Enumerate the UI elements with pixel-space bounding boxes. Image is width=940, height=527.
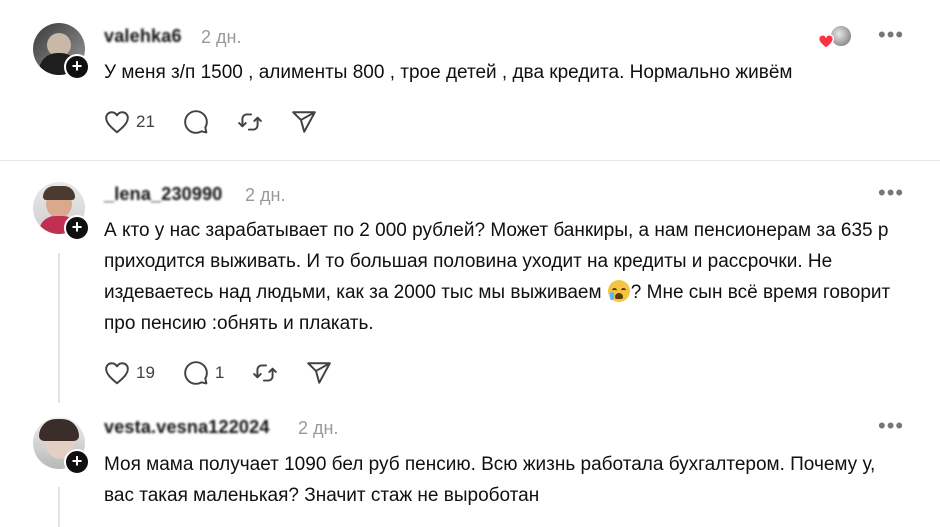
timestamp: 2 дн.: [245, 185, 286, 205]
heart-icon: [105, 362, 129, 385]
comment-icon: [184, 110, 208, 134]
reply-count: 1: [214, 363, 225, 382]
timestamp: 2 дн.: [201, 27, 242, 47]
more-options-icon[interactable]: •••: [878, 24, 904, 46]
heart-badge-icon: [818, 34, 834, 49]
username[interactable]: valehka6: [104, 26, 182, 47]
follow-plus-icon[interactable]: +: [64, 54, 90, 80]
comment-text: А кто у нас зарабатывает по 2 000 рублей…: [104, 220, 891, 334]
more-options-icon[interactable]: •••: [878, 415, 904, 437]
share-button[interactable]: [306, 360, 332, 386]
comment-text: У меня з/п 1500 , алименты 800 , трое де…: [104, 62, 793, 83]
comment-icon: [184, 361, 208, 385]
repost-button[interactable]: [252, 360, 278, 386]
repost-button[interactable]: [237, 109, 263, 135]
send-icon: [292, 111, 316, 133]
follow-plus-icon[interactable]: +: [64, 215, 90, 241]
username[interactable]: _lena_230990: [104, 184, 223, 205]
crying-emoji-icon: [607, 280, 630, 302]
reply-button[interactable]: 1: [183, 360, 224, 386]
share-button[interactable]: [291, 109, 317, 135]
comment-post: + valehka6 2 дн. ••• У меня з/п 1500 , а…: [0, 0, 940, 160]
thread-line: [58, 487, 60, 527]
comment-post: + vesta.vesna122024 2 дн. ••• Моя мама п…: [0, 405, 940, 527]
like-button[interactable]: 19: [104, 361, 155, 385]
action-bar: 21: [104, 108, 345, 136]
follow-plus-icon[interactable]: +: [64, 449, 90, 475]
comment-post: + _lena_230990 2 дн. ••• А кто у нас зар…: [0, 161, 940, 403]
like-count: 21: [136, 112, 155, 131]
timestamp: 2 дн.: [298, 418, 339, 438]
comment-text: Моя мама получает 1090 бел руб пенсию. В…: [104, 454, 876, 506]
action-bar: 19 1: [104, 359, 360, 387]
heart-icon: [105, 111, 129, 134]
liked-by-indicator: [818, 24, 854, 50]
username[interactable]: vesta.vesna122024: [104, 417, 270, 438]
like-button[interactable]: 21: [104, 110, 155, 134]
repost-icon: [238, 113, 262, 131]
more-options-icon[interactable]: •••: [878, 182, 904, 204]
repost-icon: [253, 364, 278, 382]
send-icon: [307, 362, 332, 384]
reply-button[interactable]: [183, 109, 209, 135]
thread-line: [58, 253, 60, 403]
like-count: 19: [136, 363, 155, 382]
